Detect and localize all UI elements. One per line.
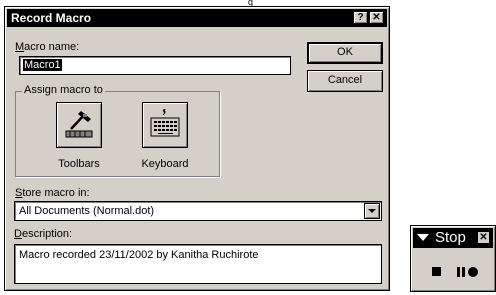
macro-name-input[interactable]: Macro1 <box>19 56 291 75</box>
cancel-button[interactable]: Cancel <box>307 70 383 92</box>
ok-button[interactable]: OK <box>307 42 383 64</box>
description-input[interactable]: Macro recorded 23/11/2002 by Kanitha Ruc… <box>14 244 382 284</box>
assign-macro-legend: Assign macro to <box>22 84 105 97</box>
store-macro-label: Store macro in: <box>15 187 90 199</box>
stop-recording-button[interactable] <box>427 263 447 281</box>
pause-recording-icon <box>457 267 478 277</box>
assign-macro-group: Assign macro to Toolbars Keyboard <box>15 84 220 177</box>
toolbar-menu-arrow-icon[interactable] <box>417 232 429 242</box>
toolbars-button[interactable] <box>56 102 102 148</box>
stop-recording-icon <box>432 267 441 276</box>
stop-recording-toolbar: Stop ✕ <box>410 225 496 292</box>
toolbars-label: Toolbars <box>58 158 100 170</box>
hammer-icon <box>65 111 93 138</box>
dialog-title: Record Macro <box>11 11 92 25</box>
keyboard-icon <box>150 109 180 137</box>
store-macro-select[interactable]: All Documents (Normal.dot) <box>14 201 382 221</box>
dropdown-button[interactable] <box>364 203 380 219</box>
help-button[interactable]: ? <box>353 11 368 24</box>
macro-name-value: Macro1 <box>23 59 62 71</box>
stop-toolbar-titlebar[interactable]: Stop ✕ <box>413 228 493 248</box>
close-button[interactable]: ✕ <box>369 11 384 24</box>
pause-recording-button[interactable] <box>455 263 483 281</box>
description-label: Description: <box>14 228 73 240</box>
keyboard-label: Keyboard <box>141 158 189 170</box>
store-macro-value: All Documents (Normal.dot) <box>19 205 155 217</box>
dialog-titlebar[interactable]: Record Macro ? ✕ <box>7 9 387 27</box>
stop-toolbar-title: Stop <box>435 229 466 246</box>
macro-name-label: Macro name: <box>15 41 80 53</box>
keyboard-button[interactable] <box>142 102 188 148</box>
stop-toolbar-close-button[interactable]: ✕ <box>477 231 490 244</box>
chevron-down-icon <box>368 209 376 213</box>
